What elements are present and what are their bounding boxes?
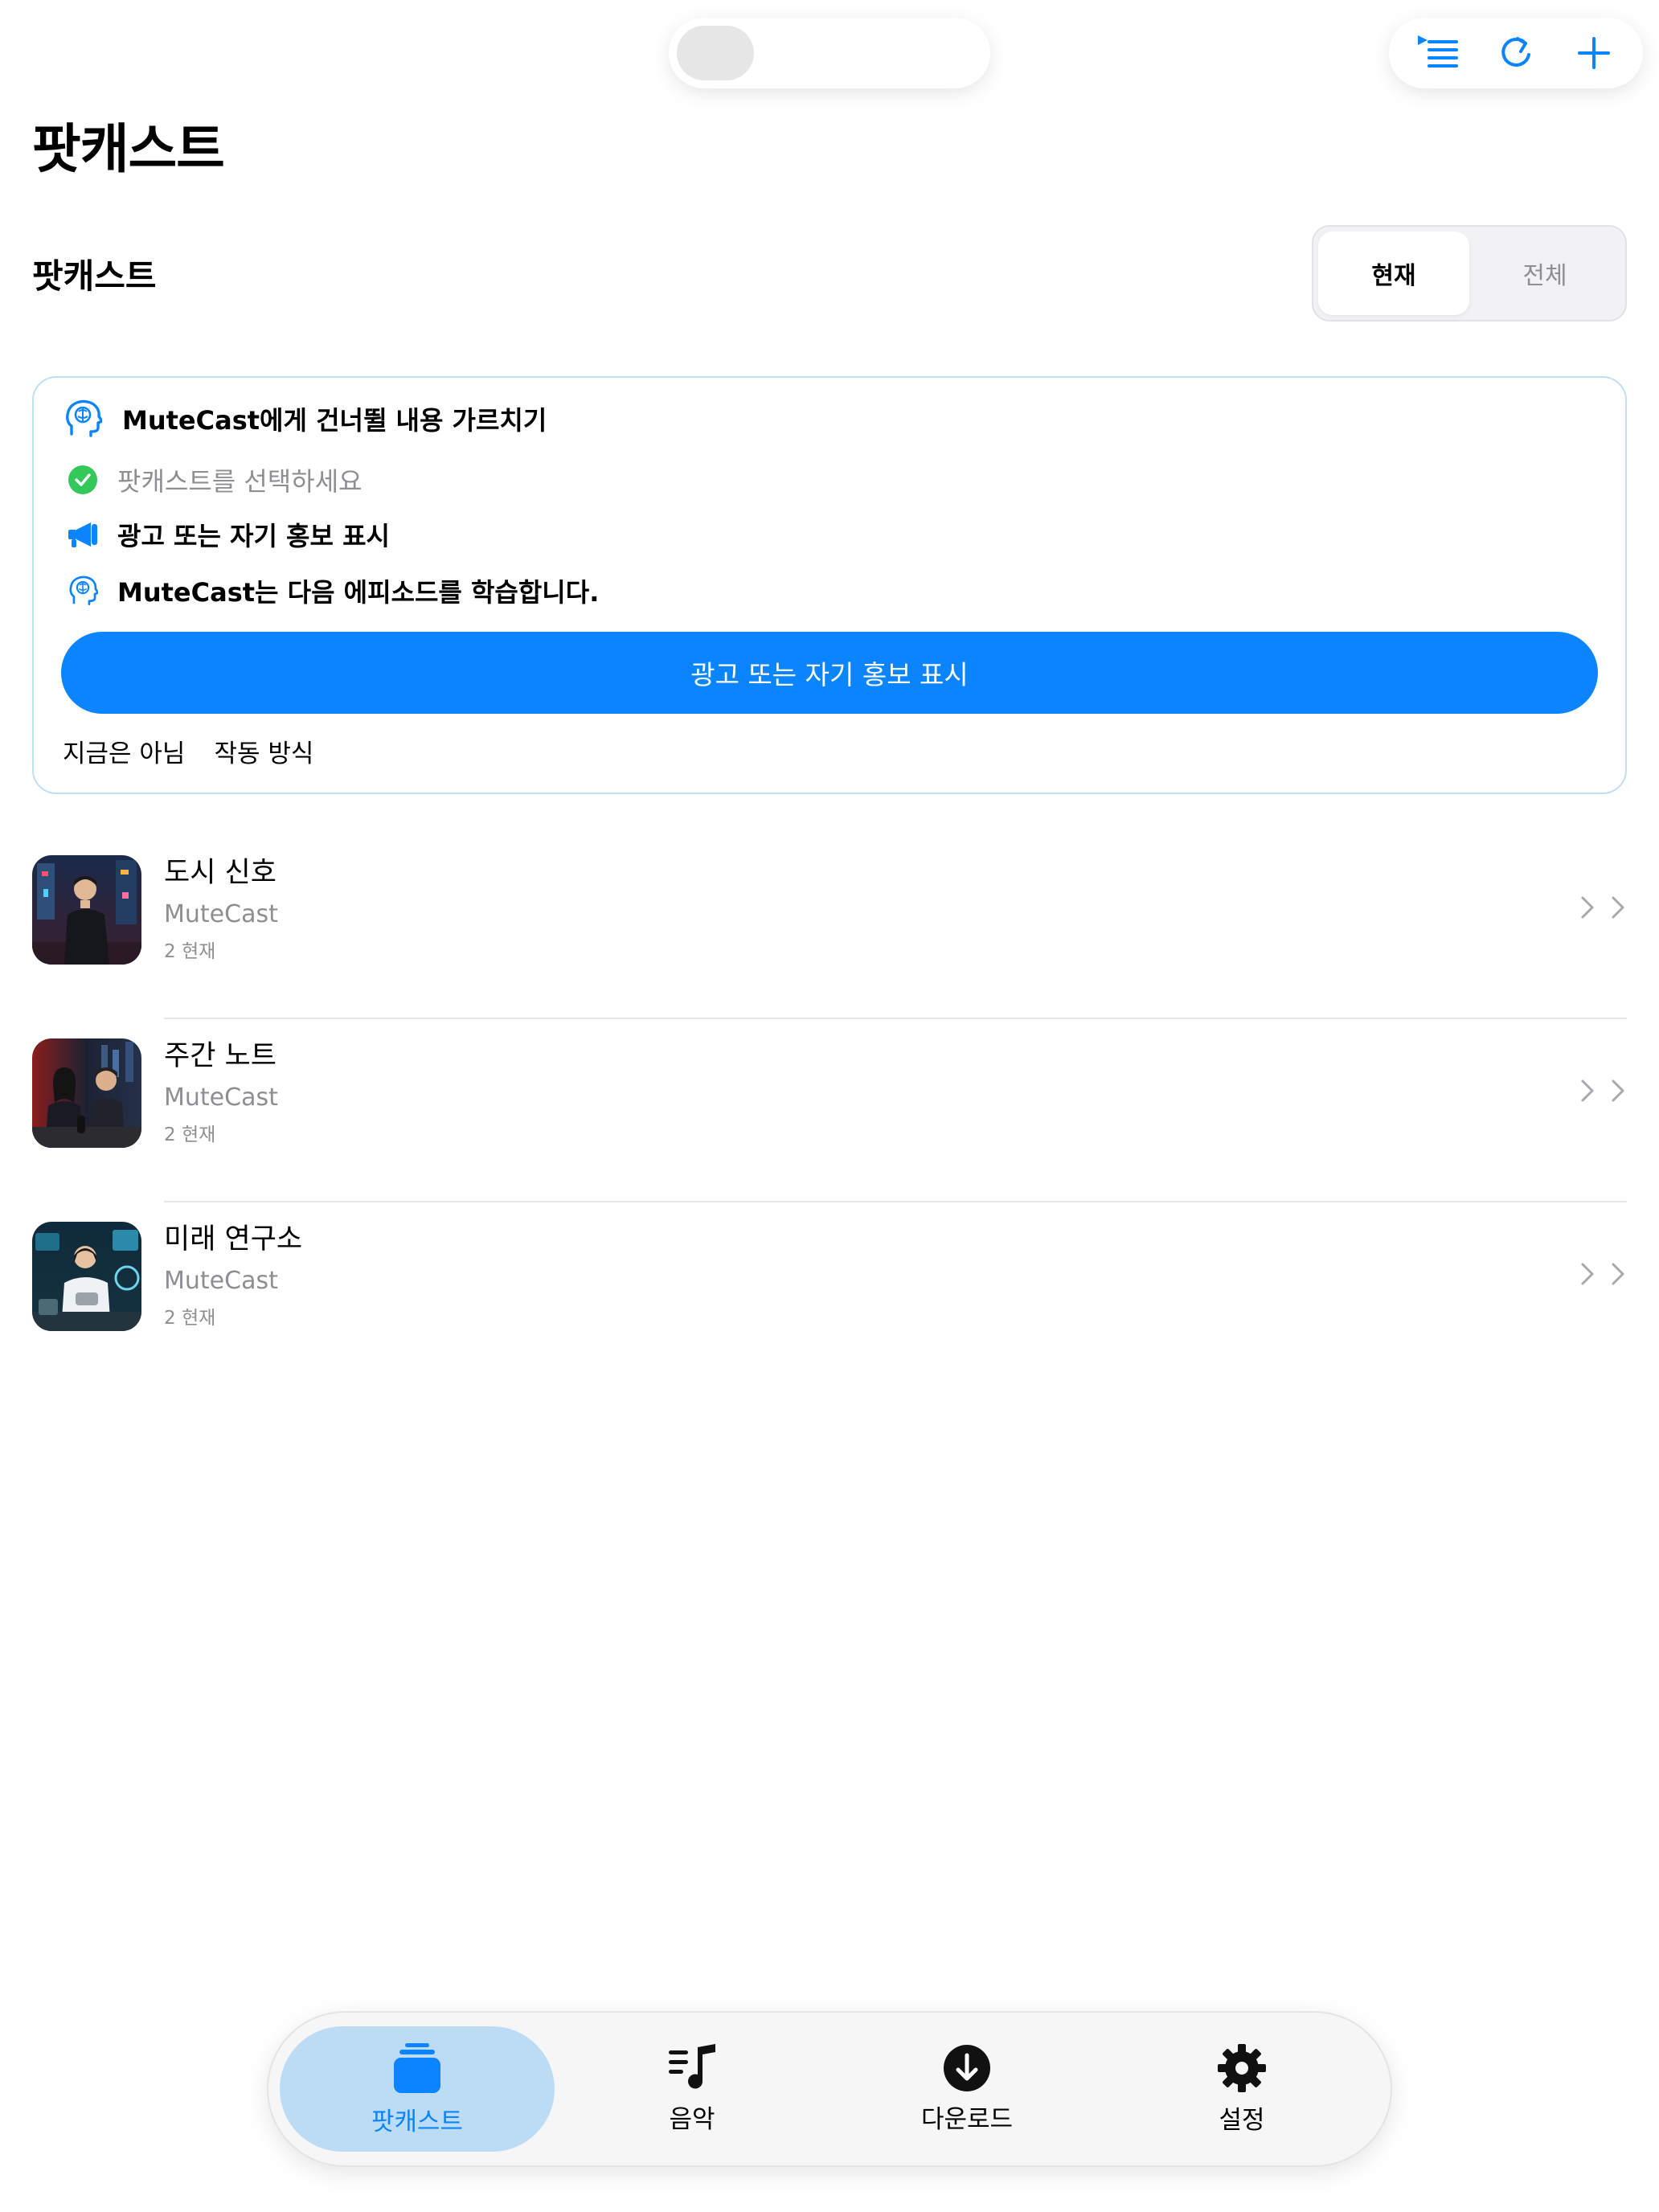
podcast-title: 도시 신호 — [164, 857, 276, 889]
chevron-right-icon — [1612, 896, 1624, 919]
refresh-button[interactable] — [1484, 21, 1548, 85]
chevrons — [1579, 894, 1627, 921]
step-select-podcast: 팟캐스트를 선택하세요 — [63, 460, 363, 500]
chevron-right-icon — [1612, 1263, 1624, 1285]
list-item[interactable]: 미래 연구소 MuteCast 2 현재 — [32, 1202, 1627, 1386]
queue-list-icon — [1417, 35, 1458, 68]
how-it-works-link[interactable]: 작동 방식 — [214, 733, 313, 769]
tab-podcasts[interactable]: 팟캐스트 — [280, 2026, 555, 2152]
page-title: 팟캐스트 — [32, 118, 225, 180]
card-header: MuteCast에게 건너뛸 내용 가르치기 — [63, 399, 547, 439]
megaphone-icon — [63, 514, 103, 555]
queue-button[interactable] — [1406, 21, 1470, 85]
step-mark-ad: 광고 또는 자기 홍보 표시 — [63, 514, 390, 555]
podcast-list: 도시 신호 MuteCast 2 현재 주간 노트 MuteCast 2 현재 … — [32, 836, 1627, 1386]
mark-ad-button[interactable]: 광고 또는 자기 홍보 표시 — [61, 632, 1598, 714]
checkmark-circle-icon — [63, 460, 103, 500]
tab-label: 설정 — [1219, 2105, 1265, 2135]
chevron-right-icon — [1581, 896, 1594, 919]
brain-head-icon — [63, 571, 103, 611]
podcast-title: 미래 연구소 — [164, 1223, 303, 1256]
chevron-right-icon — [1581, 1079, 1594, 1102]
multitasking-dot — [677, 26, 754, 80]
list-item[interactable]: 주간 노트 MuteCast 2 현재 — [32, 1019, 1627, 1202]
multitasking-pill[interactable] — [669, 18, 990, 88]
tab-downloads[interactable]: 다운로드 — [830, 2026, 1104, 2152]
step-label: 팟캐스트를 선택하세요 — [117, 466, 363, 497]
not-now-link[interactable]: 지금은 아님 — [63, 733, 185, 769]
card-links: 지금은 아님 작동 방식 — [63, 733, 313, 769]
step-learn: MuteCast는 다음 에피소드를 학습합니다. — [63, 571, 599, 611]
podcast-episode-count: 2 현재 — [164, 941, 216, 962]
plus-icon — [1578, 37, 1611, 69]
teach-skip-card: MuteCast에게 건너뛸 내용 가르치기 팟캐스트를 선택하세요 광고 또는… — [32, 376, 1627, 794]
tab-bar: 팟캐스트 음악 다운로드 설정 — [267, 2011, 1392, 2167]
podcast-author: MuteCast — [164, 1267, 278, 1295]
gear-icon — [1218, 2043, 1266, 2092]
segment-all[interactable]: 전체 — [1469, 231, 1620, 315]
tab-music[interactable]: 음악 — [555, 2026, 830, 2152]
podcast-author: MuteCast — [164, 1083, 278, 1112]
top-toolbar — [1389, 18, 1643, 88]
podcast-title: 주간 노트 — [164, 1040, 276, 1072]
chevrons — [1579, 1077, 1627, 1104]
add-button[interactable] — [1562, 21, 1626, 85]
step-label: MuteCast는 다음 에피소드를 학습합니다. — [117, 577, 600, 608]
podcast-artwork — [32, 1038, 141, 1148]
list-item[interactable]: 도시 신호 MuteCast 2 현재 — [32, 836, 1627, 1019]
segment-current[interactable]: 현재 — [1318, 231, 1469, 315]
section-title: 팟캐스트 — [32, 256, 157, 296]
podcast-artwork — [32, 1222, 141, 1331]
podcast-episode-count: 2 현재 — [164, 1308, 216, 1329]
podcast-info: 미래 연구소 MuteCast 2 현재 — [164, 1220, 302, 1333]
music-list-icon — [669, 2043, 715, 2088]
chevron-right-icon — [1581, 1263, 1594, 1285]
tab-label: 팟캐스트 — [371, 2107, 464, 2136]
tab-settings[interactable]: 설정 — [1104, 2026, 1379, 2152]
podcast-episode-count: 2 현재 — [164, 1124, 216, 1145]
stack-icon — [394, 2042, 440, 2093]
podcast-artwork — [32, 855, 141, 965]
chevron-right-icon — [1612, 1079, 1624, 1102]
brain-head-icon — [63, 399, 103, 439]
podcast-info: 주간 노트 MuteCast 2 현재 — [164, 1037, 278, 1149]
podcast-info: 도시 신호 MuteCast 2 현재 — [164, 854, 278, 966]
filter-segmented-control: 현재 전체 — [1312, 225, 1627, 322]
download-circle-icon — [944, 2044, 990, 2091]
card-title: MuteCast에게 건너뛸 내용 가르치기 — [122, 405, 547, 436]
refresh-icon — [1501, 37, 1530, 67]
tab-label: 다운로드 — [920, 2104, 1014, 2134]
step-label: 광고 또는 자기 홍보 표시 — [117, 521, 390, 551]
tab-label: 음악 — [669, 2104, 715, 2134]
chevrons — [1579, 1260, 1627, 1288]
podcast-author: MuteCast — [164, 900, 278, 928]
